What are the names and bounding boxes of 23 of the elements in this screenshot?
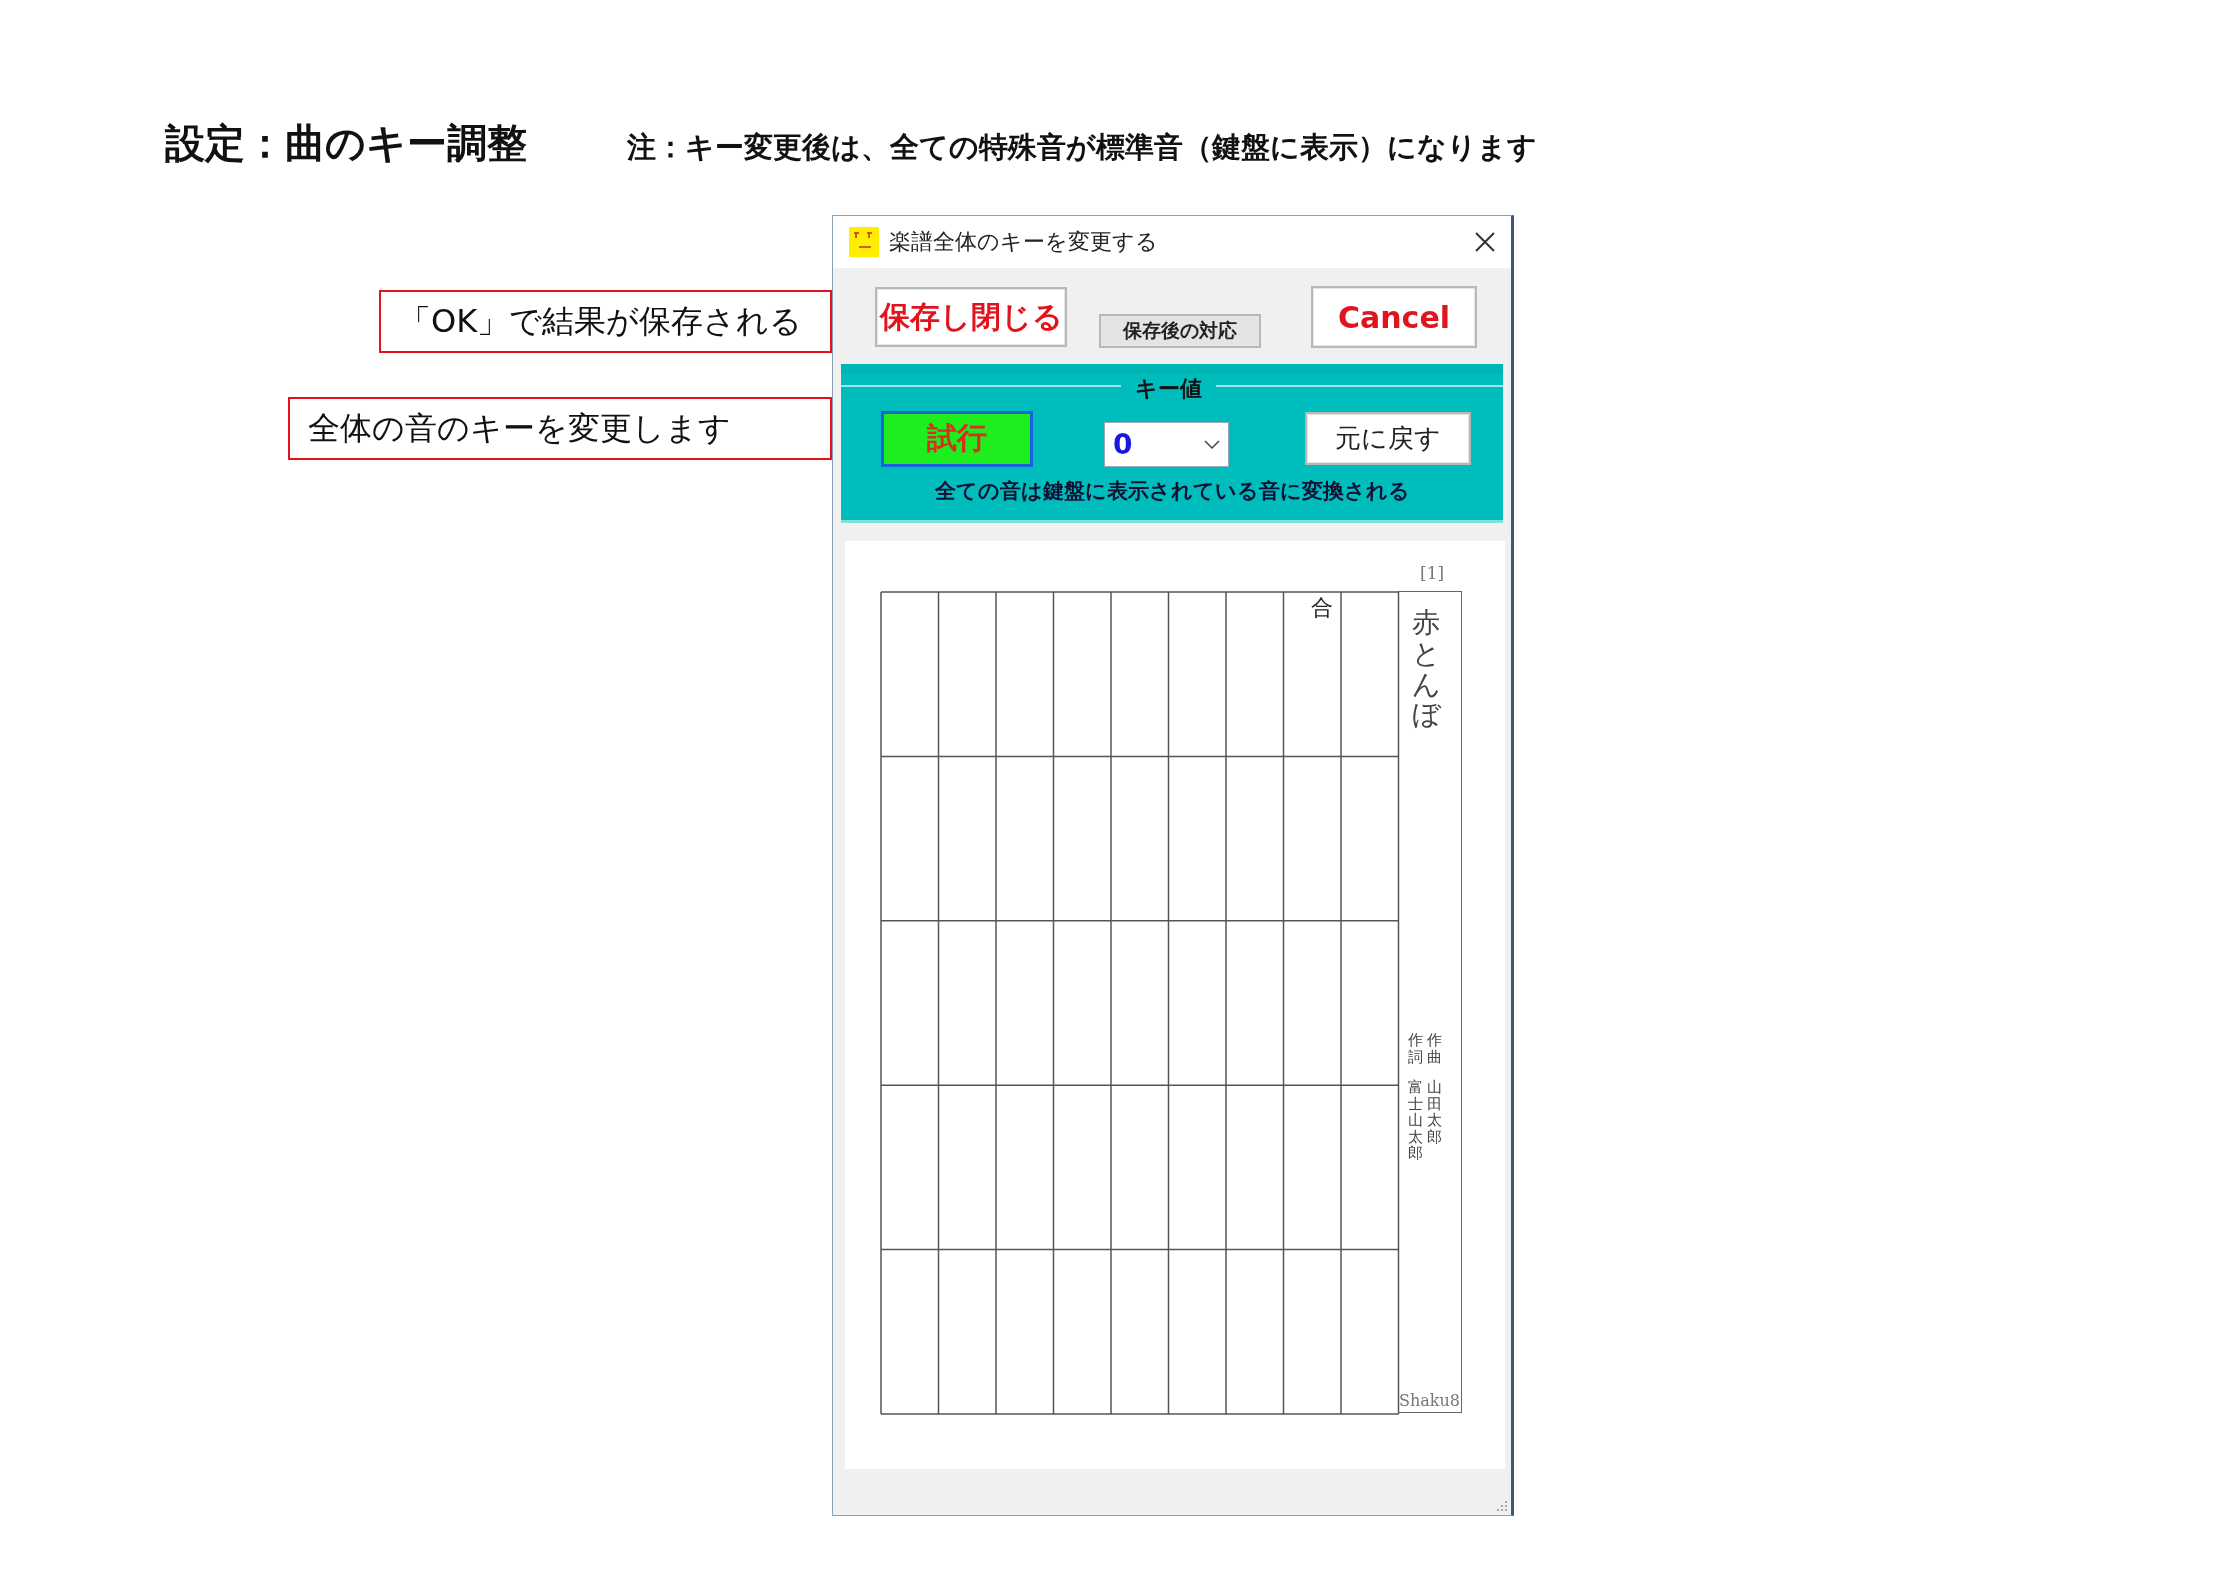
callout-label: 「OK」で結果が保存される xyxy=(379,290,832,353)
credit-name: 山田太郎 xyxy=(1427,1079,1442,1145)
save-close-button[interactable]: 保存し閉じる xyxy=(875,287,1067,347)
page-title: 設定：曲のキー調整 xyxy=(165,119,527,168)
key-select[interactable]: 0 xyxy=(1104,422,1229,467)
close-icon[interactable] xyxy=(1473,230,1497,254)
credit-role: 作曲 xyxy=(1427,1032,1442,1065)
panel-caption: 全ての音は鍵盤に表示されている音に変換される xyxy=(933,478,1411,505)
caret-icon xyxy=(1204,439,1220,450)
song-title: 赤とんぼ xyxy=(1412,608,1440,732)
revert-button[interactable]: 元に戻す xyxy=(1305,412,1471,465)
page-number: [1] xyxy=(1420,563,1445,583)
score-footer: Shaku8 xyxy=(1399,1391,1460,1410)
callout-label: 全体の音のキーを変更します xyxy=(288,397,832,460)
window-title: 楽譜全体のキーを変更する xyxy=(889,228,1159,256)
score-note: 合 xyxy=(1311,594,1333,622)
after-save-button[interactable]: 保存後の対応 xyxy=(1099,314,1261,348)
cancel-button[interactable]: Cancel xyxy=(1311,286,1477,348)
credit-name: 富士山太郎 xyxy=(1408,1079,1423,1162)
resize-grip-icon[interactable] xyxy=(1494,1498,1508,1512)
page-note: 注：キー変更後は、全ての特殊音が標準音（鍵盤に表示）になります xyxy=(627,129,1537,166)
credit-role: 作詞 xyxy=(1408,1032,1423,1065)
app-icon xyxy=(849,227,879,257)
